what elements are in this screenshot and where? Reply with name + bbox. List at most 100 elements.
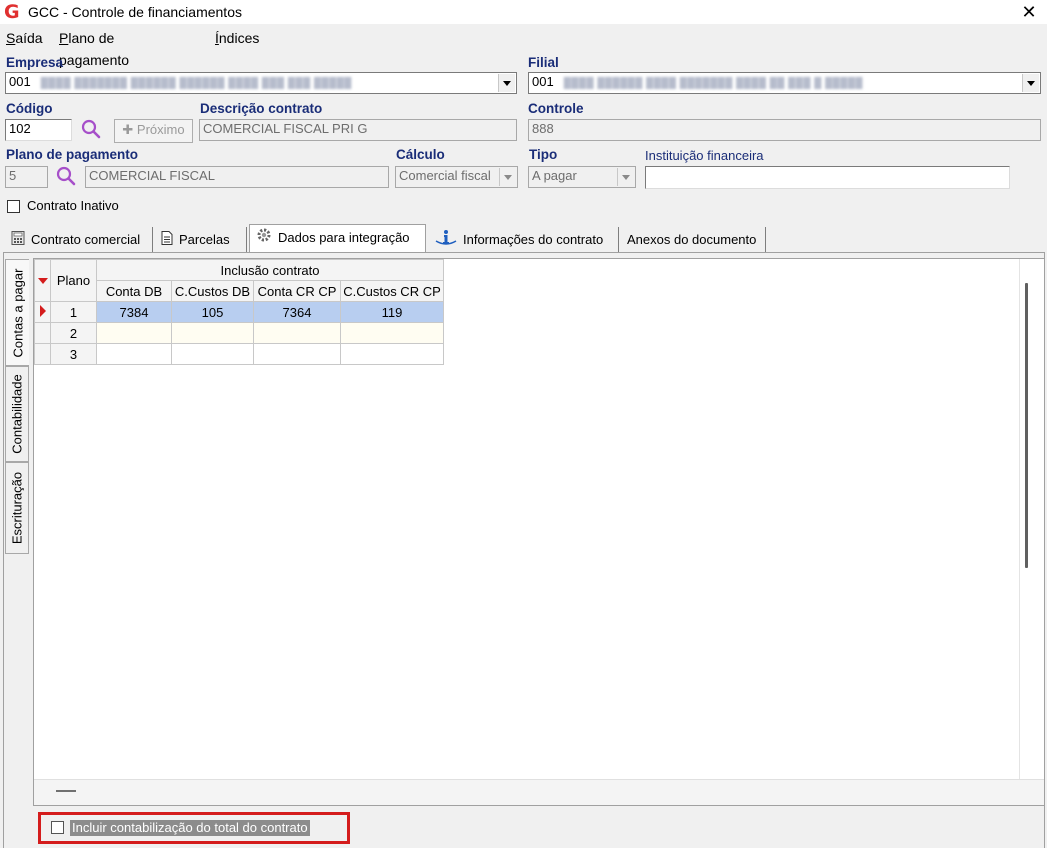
window-title: GCC - Controle de financiamentos xyxy=(28,4,242,20)
column-header-plano[interactable]: Plano xyxy=(50,259,97,302)
filial-select[interactable]: 001 ████ ██████ ████ ███████ ████ ██ ███ … xyxy=(528,72,1041,94)
proximo-button[interactable]: ✚ Próximo xyxy=(114,119,193,143)
filial-dropdown-button[interactable] xyxy=(1022,74,1039,92)
tab-parcelas[interactable]: Parcelas xyxy=(155,227,247,253)
horizontal-scroll-thumb[interactable] xyxy=(56,790,76,792)
tab-label: Dados para integração xyxy=(278,230,410,245)
tipo-select[interactable]: A pagar xyxy=(528,166,636,188)
row-indicator xyxy=(34,322,51,344)
tab-informacoes-do-contrato[interactable]: Informações do contrato xyxy=(429,227,619,253)
tab-label: Contrato comercial xyxy=(31,232,141,247)
tab-bar: Contrato comercial Parcelas Dados para i… xyxy=(5,224,1045,253)
side-tab-escrituracao[interactable]: Escrituração xyxy=(5,462,29,554)
calculator-icon xyxy=(11,228,25,254)
chevron-down-icon xyxy=(503,80,511,86)
instituicao-label: Instituição financeira xyxy=(645,148,764,163)
cell-ccustos-db[interactable] xyxy=(171,322,254,344)
incluir-contabilizacao-checkbox[interactable] xyxy=(51,821,64,834)
plano-label: Plano de pagamento xyxy=(6,147,139,162)
plano-description-input[interactable]: COMERCIAL FISCAL xyxy=(85,166,389,188)
row-plano: 3 xyxy=(50,343,97,365)
grid-footer-strip xyxy=(34,779,1044,805)
column-header-ccustos-cr-cp[interactable]: C.Custos CR CP xyxy=(340,280,444,302)
document-icon xyxy=(161,228,173,254)
tipo-dropdown-button[interactable] xyxy=(617,168,634,186)
calculo-value: Comercial fiscal xyxy=(399,168,491,183)
side-tab-label: Contabilidade xyxy=(9,374,25,454)
filial-redacted-text: ████ ██████ ████ ███████ ████ ██ ███ █ █… xyxy=(563,78,863,89)
cell-ccustos-cr-cp[interactable] xyxy=(340,343,444,365)
menu-plano-de-pagamento[interactable]: Plano de pagamento xyxy=(59,27,129,71)
plus-icon: ✚ xyxy=(122,122,134,137)
cell-conta-cr-cp[interactable]: 7364 xyxy=(253,301,341,323)
tab-label: Parcelas xyxy=(179,232,230,247)
calculo-select[interactable]: Comercial fiscal xyxy=(395,166,518,188)
side-tab-contas-a-pagar[interactable]: Contas a pagar xyxy=(5,259,29,366)
app-logo-icon: G xyxy=(4,1,20,23)
descricao-input[interactable]: COMERCIAL FISCAL PRI G xyxy=(199,119,517,141)
tipo-label: Tipo xyxy=(529,147,558,162)
controle-label: Controle xyxy=(528,101,584,116)
codigo-search-icon[interactable] xyxy=(80,118,102,143)
cell-conta-db[interactable] xyxy=(96,343,172,365)
tab-label: Informações do contrato xyxy=(463,232,604,247)
plano-search-icon[interactable] xyxy=(55,165,77,190)
controle-input[interactable]: 888 xyxy=(528,119,1041,141)
proximo-label: Próximo xyxy=(136,122,185,137)
tab-label: Anexos do documento xyxy=(627,232,757,247)
side-tab-label: Escrituração xyxy=(9,471,25,545)
calculo-dropdown-button[interactable] xyxy=(499,168,516,186)
info-icon xyxy=(435,228,457,254)
side-tab-contabilidade[interactable]: Contabilidade xyxy=(5,366,29,462)
filial-value: 001 xyxy=(532,74,554,89)
cell-ccustos-db[interactable]: 105 xyxy=(171,301,254,323)
empresa-label: Empresa xyxy=(6,55,64,70)
integration-grid-panel: Plano Inclusão contrato Conta DB C.Custo… xyxy=(33,258,1045,806)
column-header-conta-db[interactable]: Conta DB xyxy=(96,280,172,302)
side-tab-label: Contas a pagar xyxy=(10,268,25,357)
row-indicator xyxy=(34,301,51,323)
empresa-dropdown-button[interactable] xyxy=(498,74,515,92)
contrato-inativo-label: Contrato Inativo xyxy=(27,198,119,213)
current-row-arrow-icon xyxy=(39,304,46,317)
cell-ccustos-cr-cp[interactable] xyxy=(340,322,444,344)
tab-dados-para-integracao[interactable]: Dados para integração xyxy=(249,224,426,253)
cell-conta-db[interactable] xyxy=(96,322,172,344)
row-plano: 2 xyxy=(50,322,97,344)
chevron-down-icon xyxy=(1027,80,1035,86)
row-indicator xyxy=(34,343,51,365)
menu-indices[interactable]: Índices xyxy=(215,27,259,49)
column-header-conta-cr-cp[interactable]: Conta CR CP xyxy=(253,280,341,302)
table-row[interactable]: 2 xyxy=(34,322,444,344)
column-group-header: Inclusão contrato xyxy=(96,259,444,281)
table-row[interactable]: 3 xyxy=(34,343,444,365)
tab-contrato-comercial[interactable]: Contrato comercial xyxy=(5,227,153,253)
cell-conta-cr-cp[interactable] xyxy=(253,343,341,365)
cell-conta-cr-cp[interactable] xyxy=(253,322,341,344)
instituicao-input[interactable] xyxy=(645,166,1010,189)
descricao-label: Descrição contrato xyxy=(200,101,323,116)
codigo-input[interactable]: 102 xyxy=(5,119,72,141)
filial-label: Filial xyxy=(528,55,559,70)
contrato-inativo-checkbox[interactable] xyxy=(7,200,20,213)
empresa-select[interactable]: 001 ████ ███████ ██████ ██████ ████ ███ █… xyxy=(5,72,517,94)
vertical-scroll-thumb[interactable] xyxy=(1025,283,1028,568)
cell-ccustos-cr-cp[interactable]: 119 xyxy=(340,301,444,323)
tab-anexos-do-documento[interactable]: Anexos do documento xyxy=(621,227,766,253)
cell-conta-db[interactable]: 7384 xyxy=(96,301,172,323)
plano-code-input[interactable]: 5 xyxy=(5,166,48,188)
cell-ccustos-db[interactable] xyxy=(171,343,254,365)
codigo-label: Código xyxy=(6,101,53,116)
menu-saida[interactable]: Saída xyxy=(6,27,43,49)
chevron-down-icon xyxy=(622,174,630,180)
column-header-ccustos-db[interactable]: C.Custos DB xyxy=(171,280,254,302)
sort-down-icon xyxy=(37,278,48,284)
table-row[interactable]: 1 7384 105 7364 119 xyxy=(34,301,444,323)
incluir-contabilizacao-label: Incluir contabilização do total do contr… xyxy=(70,820,310,836)
scrollbar-track[interactable] xyxy=(1019,259,1044,779)
empresa-redacted-text: ████ ███████ ██████ ██████ ████ ███ ███ … xyxy=(40,78,352,89)
empresa-value: 001 xyxy=(9,74,31,89)
tipo-value: A pagar xyxy=(532,168,577,183)
gear-icon xyxy=(256,226,272,252)
close-icon[interactable]: ✕ xyxy=(1019,0,1039,24)
